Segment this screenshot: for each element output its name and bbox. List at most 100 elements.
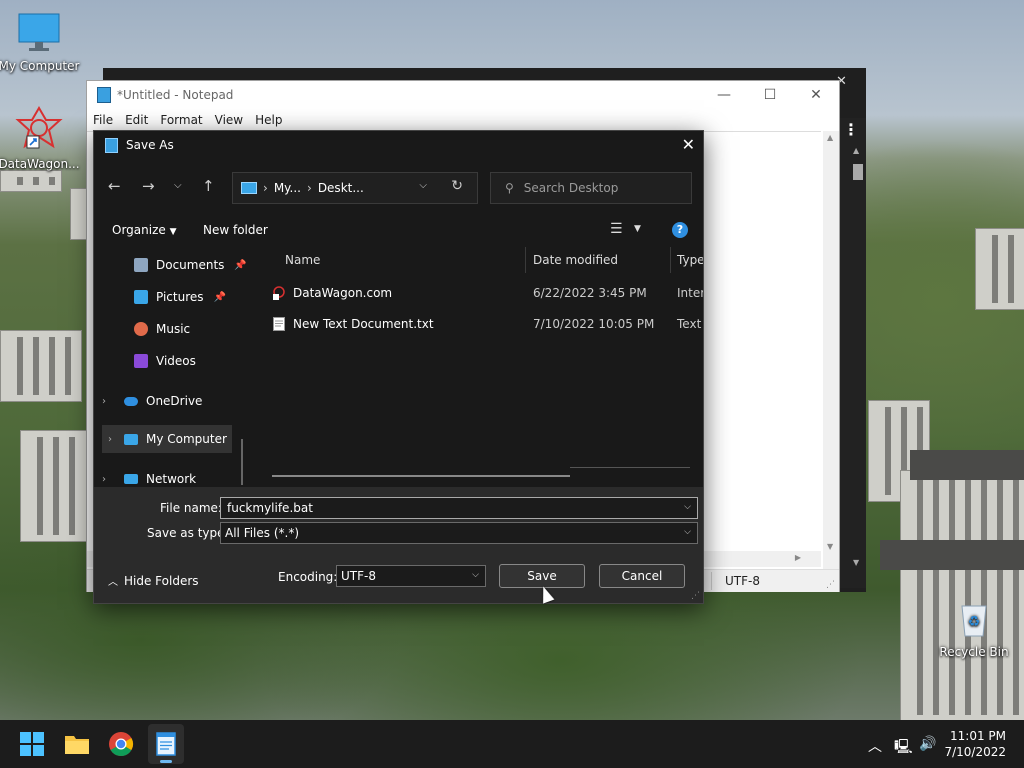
resize-grip-icon[interactable]: ⋰ [691, 591, 700, 601]
back-arrow-icon[interactable]: ← [108, 177, 121, 195]
nav-item-my-computer[interactable]: › My Computer [102, 425, 232, 453]
minimize-icon[interactable]: — [701, 87, 747, 103]
nav-pane-scrollbar[interactable] [241, 439, 243, 485]
chevron-right-icon[interactable]: › [102, 396, 106, 407]
taskbar: ︿ 🖳 🔊 11:01 PM 7/10/2022 [0, 720, 1024, 768]
documents-icon [134, 258, 148, 272]
column-divider[interactable] [525, 247, 526, 273]
recent-locations-chevron-icon[interactable]: ⌵ [174, 180, 182, 191]
chevron-down-icon[interactable]: ▼ [634, 224, 641, 234]
nav-item-documents[interactable]: Documents 📌 [134, 251, 246, 279]
search-input[interactable] [521, 180, 676, 196]
file-name: DataWagon.com [293, 286, 393, 300]
chrome-icon[interactable] [107, 730, 135, 758]
organize-button[interactable]: Organize ▼ [112, 223, 177, 237]
chevron-right-icon[interactable]: › [108, 434, 112, 445]
maximize-icon[interactable]: ☐ [747, 87, 793, 103]
menu-view[interactable]: View [215, 113, 243, 127]
monitor-icon [18, 13, 60, 51]
dialog-form-area: File name: ⌵ Save as type: All Files (*.… [94, 487, 703, 603]
chevron-down-icon[interactable]: ⌵ [684, 502, 691, 512]
taskbar-clock[interactable]: 11:01 PM 7/10/2022 [944, 728, 1006, 760]
file-row[interactable]: New Text Document.txt 7/10/2022 10:05 PM… [254, 310, 703, 338]
save-as-dialog: Save As ✕ ← → ⌵ ↑ › My... › Deskt... ⌵ ↻… [93, 130, 704, 604]
column-header-date[interactable]: Date modified [533, 253, 618, 267]
chevron-down-icon: ▼ [169, 227, 177, 237]
view-list-icon[interactable]: ☰ [610, 221, 623, 237]
scroll-right-icon[interactable]: ▶ [795, 553, 801, 562]
scroll-thumb[interactable] [853, 164, 863, 180]
more-options-icon[interactable]: ⋮ [843, 120, 859, 139]
up-arrow-icon[interactable]: ↑ [202, 177, 215, 195]
horizontal-scrollbar-thumb[interactable] [272, 475, 570, 477]
file-row[interactable]: DataWagon.com 6/22/2022 3:45 PM Intern [254, 279, 703, 307]
desktop-icon-datawagon[interactable]: DataWagon... [0, 106, 81, 171]
encoding-select[interactable]: UTF-8 ⌵ [336, 565, 486, 587]
menu-edit[interactable]: Edit [125, 113, 148, 127]
address-bar[interactable]: › My... › Deskt... ⌵ ↻ [232, 172, 478, 204]
computer-icon [241, 182, 257, 194]
nav-item-onedrive[interactable]: › OneDrive [102, 387, 203, 415]
new-folder-button[interactable]: New folder [203, 223, 268, 237]
nav-item-label: My Computer [146, 432, 227, 446]
resize-grip-icon[interactable]: ⋰ [826, 580, 835, 590]
volume-icon[interactable]: 🔊 [919, 736, 936, 752]
save-button[interactable]: Save [499, 564, 585, 588]
notepad-vertical-scrollbar[interactable]: ▲ ▼ [823, 131, 839, 571]
file-name-field[interactable]: ⌵ [220, 497, 698, 519]
chevron-up-icon[interactable]: ︿ [868, 736, 882, 756]
nav-item-label: Pictures [156, 290, 204, 304]
breadcrumb-my-computer[interactable]: My... [274, 181, 301, 195]
breadcrumb-separator: › [263, 181, 268, 195]
wallpaper-roof [880, 540, 1024, 570]
dialog-titlebar[interactable]: Save As ✕ [94, 131, 703, 159]
text-file-icon [273, 317, 285, 331]
column-header-type[interactable]: Type [677, 253, 703, 267]
save-as-type-select[interactable]: All Files (*.*) ⌵ [220, 522, 698, 544]
chevron-down-icon[interactable]: ⌵ [419, 180, 427, 191]
scroll-up-icon: ▲ [853, 146, 860, 155]
column-header-name[interactable]: Name [285, 253, 320, 267]
wallpaper-building [975, 228, 1024, 310]
desktop-icon-recycle-bin[interactable]: ♻ Recycle Bin [932, 600, 1016, 659]
scroll-up-icon[interactable]: ▲ [827, 133, 833, 142]
windows-start-icon[interactable] [18, 730, 46, 758]
hide-folders-button[interactable]: ︿ Hide Folders [108, 573, 199, 588]
nav-item-pictures[interactable]: Pictures 📌 [134, 283, 226, 311]
menu-help[interactable]: Help [255, 113, 282, 127]
file-explorer-icon[interactable] [63, 730, 91, 758]
notepad-titlebar[interactable]: *Untitled - Notepad — ☐ ✕ [87, 81, 839, 109]
nav-item-label: Network [146, 472, 197, 485]
notepad-menubar: File Edit Format View Help [87, 109, 839, 131]
background-window-scrollbar[interactable]: ▲ ▼ [837, 118, 866, 588]
refresh-icon[interactable]: ↻ [451, 178, 463, 194]
desktop-icon-my-computer[interactable]: My Computer [0, 12, 81, 73]
forward-arrow-icon[interactable]: → [142, 177, 155, 195]
clock-date: 7/10/2022 [944, 745, 1006, 759]
notepad-icon[interactable] [152, 730, 180, 758]
wallpaper-building [20, 430, 88, 542]
desktop-icon-label: DataWagon... [0, 157, 80, 171]
navigation-pane: Documents 📌 Pictures 📌 Music Videos › On… [94, 247, 246, 485]
nav-item-label: Documents [156, 258, 225, 272]
scroll-down-icon[interactable]: ▼ [827, 542, 833, 551]
menu-file[interactable]: File [93, 113, 113, 127]
nav-item-network[interactable]: › Network [102, 465, 197, 485]
chevron-down-icon: ⌵ [684, 527, 691, 537]
encoding-label: Encoding: [278, 570, 338, 584]
chevron-right-icon[interactable]: › [102, 474, 106, 485]
breadcrumb-desktop[interactable]: Deskt... [318, 181, 364, 195]
column-divider[interactable] [670, 247, 671, 273]
close-icon[interactable]: ✕ [682, 135, 695, 154]
network-icon[interactable]: 🖳 [894, 736, 913, 760]
search-icon: ⚲ [505, 181, 514, 195]
close-icon[interactable]: ✕ [793, 87, 839, 103]
menu-format[interactable]: Format [160, 113, 202, 127]
search-box[interactable]: ⚲ [490, 172, 692, 204]
nav-item-label: OneDrive [146, 394, 203, 408]
nav-item-music[interactable]: Music [134, 315, 190, 343]
nav-item-videos[interactable]: Videos [134, 347, 196, 375]
help-icon[interactable]: ? [672, 222, 688, 238]
cancel-button[interactable]: Cancel [599, 564, 685, 588]
file-name-input[interactable] [225, 500, 697, 516]
